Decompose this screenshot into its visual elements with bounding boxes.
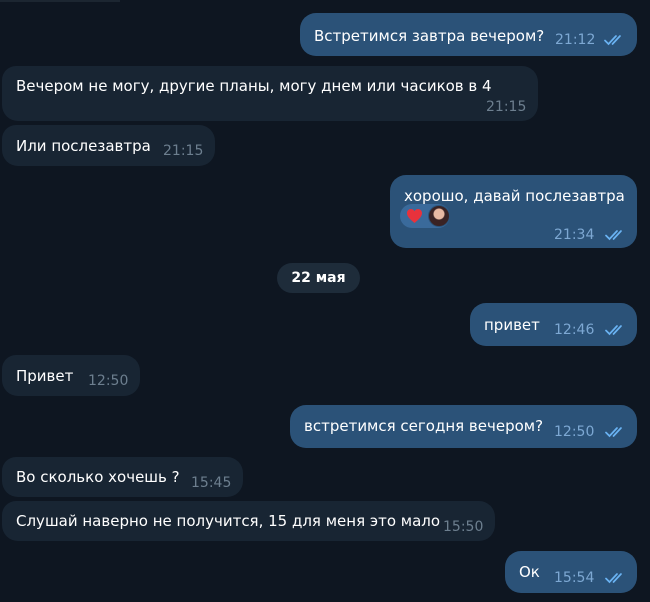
message-time: 12:50 xyxy=(554,424,595,440)
read-checkmarks-icon xyxy=(605,325,622,336)
message-text: хорошо, давай послезавтра xyxy=(404,187,625,205)
message-time: 15:45 xyxy=(191,475,232,491)
reactions-bar[interactable] xyxy=(400,204,450,228)
header-divider xyxy=(0,0,120,2)
message-time: 21:15 xyxy=(486,99,527,115)
message-text: Ок xyxy=(519,563,540,581)
read-checkmarks-icon xyxy=(604,35,621,46)
message-text: Во сколько хочешь ? xyxy=(16,468,180,486)
message-time: 21:34 xyxy=(554,227,595,243)
read-checkmarks-icon xyxy=(605,230,622,241)
message-time: 12:50 xyxy=(88,373,129,389)
message-time: 15:54 xyxy=(554,570,595,586)
message-text: Вечером не могу, другие планы, могу днем… xyxy=(16,77,492,95)
message-text: встретимся сегодня вечером? xyxy=(304,417,544,435)
message-text: Встретимся завтра вечером? xyxy=(314,27,545,45)
message-text: Привет xyxy=(16,367,74,385)
message-time: 12:46 xyxy=(554,322,595,338)
message-bubble-incoming[interactable]: Слушай наверно не получится, 15 для меня… xyxy=(2,501,495,541)
message-bubble-outgoing[interactable]: Встретимся завтра вечером? 21:12 xyxy=(300,13,637,56)
read-checkmarks-icon xyxy=(605,427,622,438)
message-text: Слушай наверно не получится, 15 для меня… xyxy=(16,512,441,530)
message-bubble-incoming[interactable]: Вечером не могу, другие планы, могу днем… xyxy=(2,66,538,121)
read-checkmarks-icon xyxy=(605,573,622,584)
reactor-avatar xyxy=(428,205,450,227)
date-separator: 22 мая xyxy=(277,263,360,293)
message-text: Или послезавтра xyxy=(16,137,151,155)
message-bubble-outgoing[interactable]: Ок 15:54 xyxy=(505,551,637,593)
message-bubble-incoming[interactable]: Или послезавтра 21:15 xyxy=(2,125,215,166)
message-bubble-incoming[interactable]: Привет 12:50 xyxy=(2,355,140,396)
message-time: 15:50 xyxy=(443,519,484,535)
message-time: 21:15 xyxy=(163,143,204,159)
message-bubble-outgoing[interactable]: хорошо, давай послезавтра 21:34 xyxy=(390,175,637,248)
chat-history[interactable]: Встретимся завтра вечером? 21:12 Вечером… xyxy=(0,0,650,602)
message-text: привет xyxy=(484,316,540,334)
message-bubble-incoming[interactable]: Во сколько хочешь ? 15:45 xyxy=(2,457,243,497)
message-bubble-outgoing[interactable]: встретимся сегодня вечером? 12:50 xyxy=(290,405,637,448)
message-time: 21:12 xyxy=(555,32,596,48)
heart-icon xyxy=(407,209,422,223)
message-bubble-outgoing[interactable]: привет 12:46 xyxy=(470,303,637,346)
